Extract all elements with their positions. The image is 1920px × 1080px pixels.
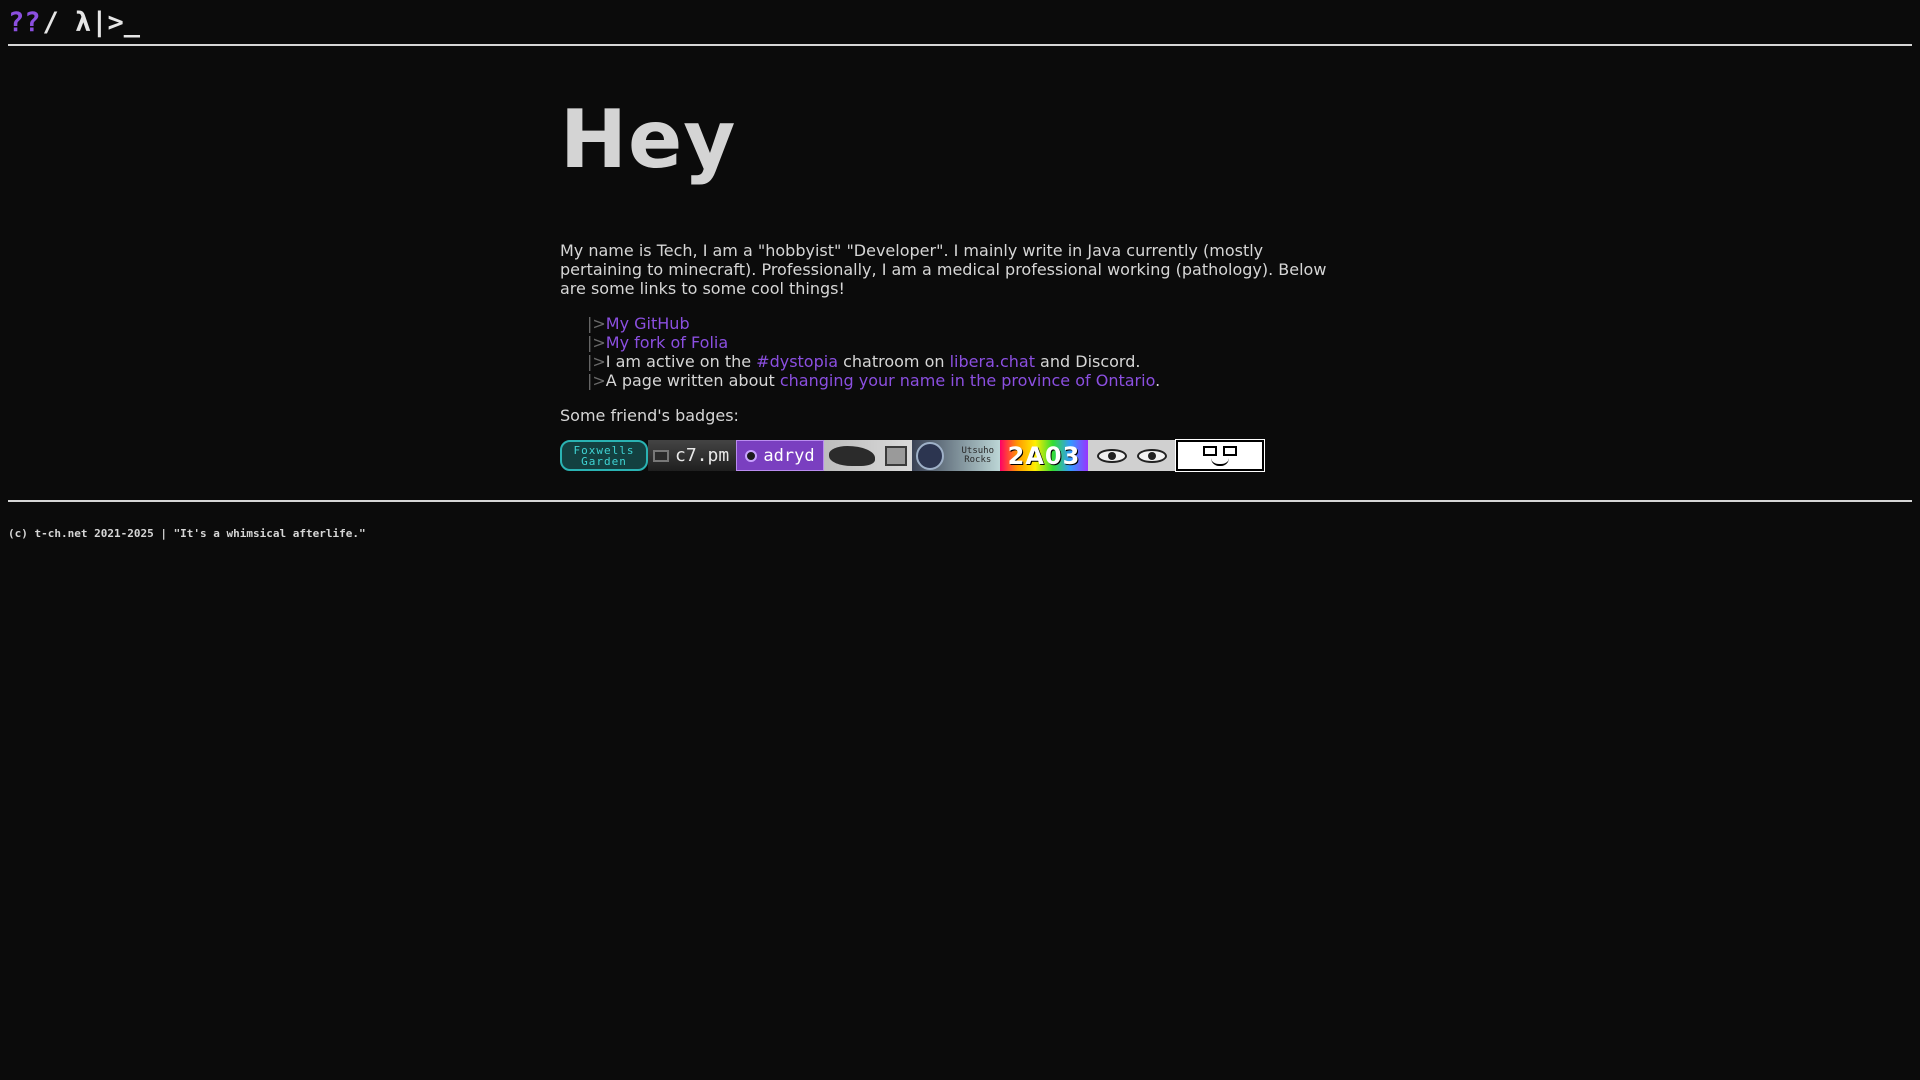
page-prefix: A page written about bbox=[605, 371, 780, 390]
list-marker: |> bbox=[587, 333, 606, 352]
badge-text: 2A03 bbox=[1007, 441, 1081, 470]
smile-icon bbox=[1211, 458, 1229, 466]
square-eye-icon bbox=[1223, 445, 1237, 456]
c7pm-badge[interactable]: c7.pm bbox=[648, 440, 736, 471]
eyes-badge[interactable] bbox=[1088, 440, 1176, 471]
eye-icon bbox=[1097, 448, 1127, 463]
character-portrait-icon bbox=[916, 441, 944, 470]
page-title: Hey bbox=[560, 93, 737, 186]
badges-label: Some friend's badges: bbox=[560, 406, 739, 425]
adryd-badge[interactable]: adryd bbox=[736, 440, 824, 471]
list-marker: |> bbox=[587, 352, 606, 371]
site-logo[interactable]: ?? / λ|>_ bbox=[8, 7, 140, 38]
badge-text: Utsuho Rocks bbox=[961, 446, 994, 465]
badge-row: Foxwells Garden c7.pm adryd Utsuho Rocks… bbox=[560, 439, 1350, 472]
ontario-name-change-link[interactable]: changing your name in the province of On… bbox=[780, 371, 1155, 390]
active-prefix: I am active on the bbox=[605, 352, 757, 371]
foxwells-garden-badge[interactable]: Foxwells Garden bbox=[560, 440, 648, 471]
bat-icon bbox=[829, 445, 875, 466]
github-link[interactable]: My GitHub bbox=[606, 314, 690, 333]
adryd-logo-icon bbox=[745, 449, 758, 462]
list-item: |> My fork of Folia bbox=[587, 333, 1350, 352]
list-text: A page written about changing your name … bbox=[606, 371, 1160, 390]
smiley-face-badge[interactable] bbox=[1175, 439, 1265, 472]
badge-text: c7.pm bbox=[675, 445, 730, 466]
list-marker: |> bbox=[587, 371, 606, 390]
dystopia-link[interactable]: #dystopia bbox=[756, 352, 838, 371]
list-item: |> My GitHub bbox=[587, 314, 1350, 333]
list-marker: |> bbox=[587, 314, 606, 333]
link-list: |> My GitHub |> My fork of Folia |> I am… bbox=[587, 314, 1350, 390]
logo-text: / λ|>_ bbox=[42, 6, 141, 38]
bat-computer-badge[interactable] bbox=[824, 440, 912, 471]
badge-text-line2: Rocks bbox=[964, 454, 992, 465]
page-suffix: . bbox=[1155, 371, 1161, 390]
face-eyes bbox=[1203, 445, 1237, 456]
list-item: |> A page written about changing your na… bbox=[587, 371, 1350, 390]
badge-text-line2: Garden bbox=[581, 454, 627, 468]
2a03-badge[interactable]: 2A03 bbox=[1000, 440, 1088, 471]
computer-icon bbox=[653, 449, 669, 462]
logo-prefix: ?? bbox=[8, 6, 41, 38]
footer-copyright: (c) t-ch.net 2021-2025 | "It's a whimsic… bbox=[8, 527, 366, 540]
active-mid: chatroom on bbox=[838, 352, 950, 371]
site-header: ?? / λ|>_ bbox=[8, 0, 1912, 46]
square-eye-icon bbox=[1203, 445, 1217, 456]
utsuho-rocks-badge[interactable]: Utsuho Rocks bbox=[912, 440, 1000, 471]
badge-text: adryd bbox=[763, 445, 815, 466]
list-text: I am active on the #dystopia chatroom on… bbox=[606, 352, 1141, 371]
eye-icon bbox=[1137, 448, 1167, 463]
monitor-icon bbox=[885, 445, 907, 466]
list-item: |> I am active on the #dystopia chatroom… bbox=[587, 352, 1350, 371]
libera-chat-link[interactable]: libera.chat bbox=[950, 352, 1035, 371]
footer-divider bbox=[8, 500, 1912, 502]
folia-fork-link[interactable]: My fork of Folia bbox=[606, 333, 728, 352]
intro-paragraph: My name is Tech, I am a "hobbyist" "Deve… bbox=[560, 241, 1327, 298]
active-suffix: and Discord. bbox=[1034, 352, 1141, 371]
main-content: Hey My name is Tech, I am a "hobbyist" "… bbox=[560, 93, 1350, 472]
badge-text-line1: Foxwells bbox=[573, 443, 635, 457]
